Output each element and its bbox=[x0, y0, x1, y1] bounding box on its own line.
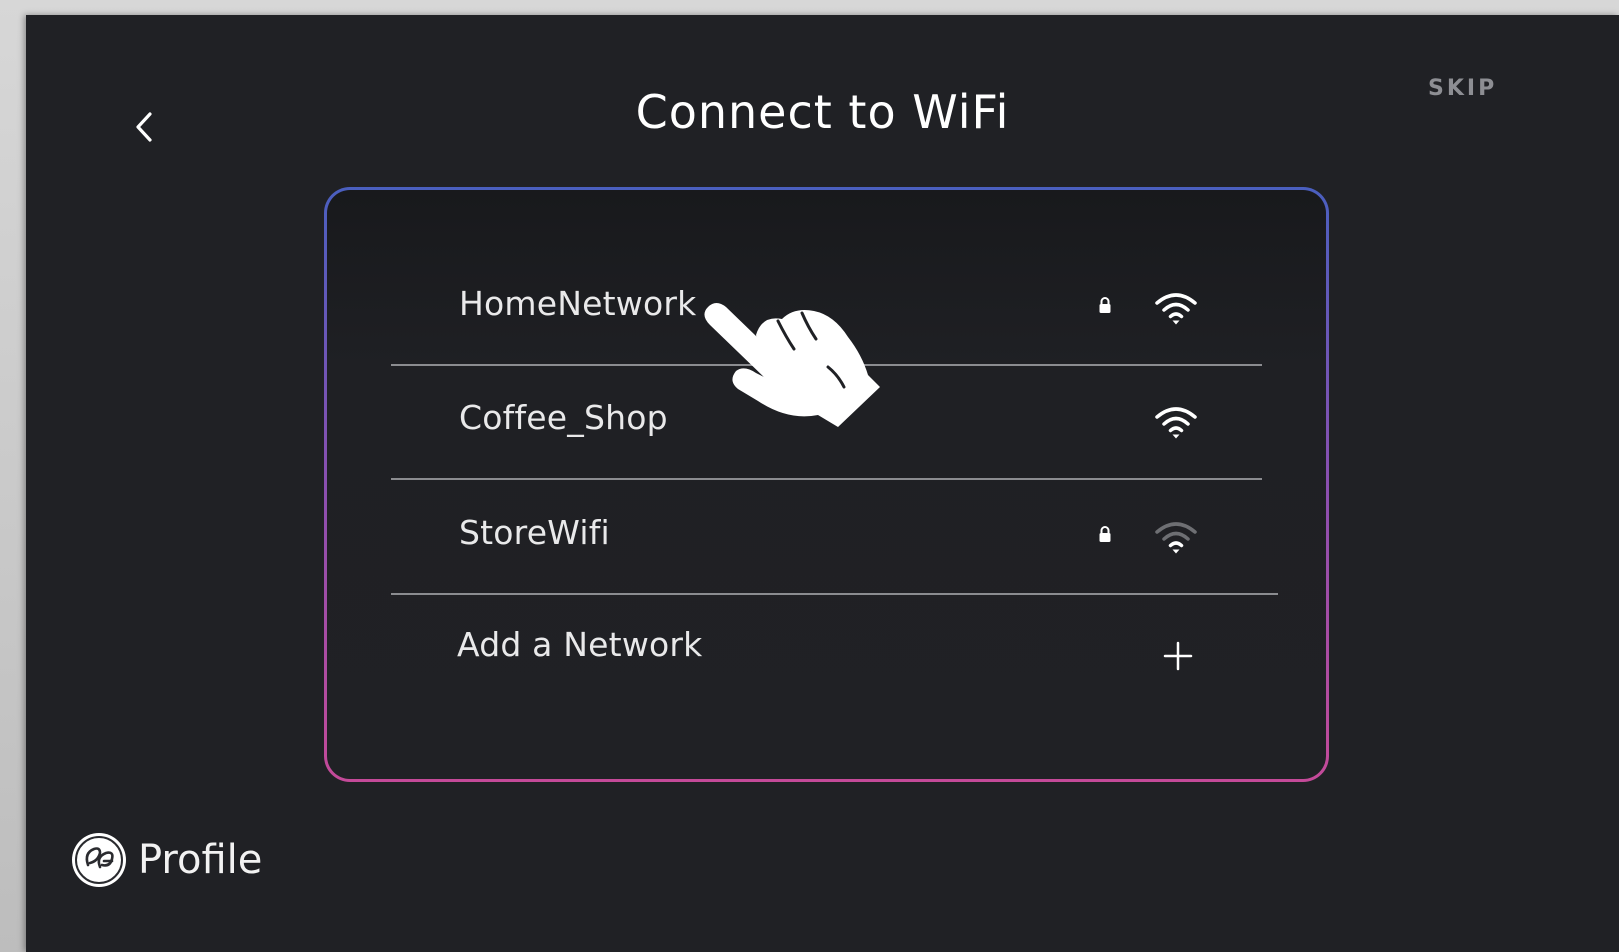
network-list-card: HomeNetwork Coffee_Shop StoreWifi Add a … bbox=[324, 187, 1329, 782]
row-divider bbox=[391, 364, 1262, 366]
row-divider bbox=[391, 478, 1262, 480]
network-name: Coffee_Shop bbox=[459, 398, 668, 437]
page-title: Connect to WiFi bbox=[635, 85, 1010, 139]
network-item-coffee-shop[interactable]: Coffee_Shop bbox=[391, 368, 1262, 480]
lock-icon bbox=[1099, 526, 1111, 542]
brand-name: Profile bbox=[138, 837, 263, 883]
brand-logo: Profile bbox=[70, 831, 262, 889]
network-name: HomeNetwork bbox=[459, 284, 697, 323]
network-item-homenetwork[interactable]: HomeNetwork bbox=[391, 254, 1262, 366]
wifi-icon bbox=[1155, 407, 1197, 439]
wifi-icon bbox=[1155, 522, 1197, 554]
ge-monogram-icon bbox=[72, 833, 126, 887]
wifi-icon bbox=[1155, 293, 1197, 325]
lock-icon bbox=[1099, 297, 1111, 313]
add-network-button[interactable]: Add a Network bbox=[391, 595, 1262, 707]
network-name: StoreWifi bbox=[459, 513, 610, 552]
add-network-label: Add a Network bbox=[457, 625, 703, 664]
network-item-storewifi[interactable]: StoreWifi bbox=[391, 483, 1278, 595]
device-frame: Connect to WiFi SKIP HomeNetwork Coffee_… bbox=[0, 0, 1619, 952]
skip-button[interactable]: SKIP bbox=[1428, 76, 1497, 101]
network-list: HomeNetwork Coffee_Shop StoreWifi Add a … bbox=[327, 190, 1326, 779]
touch-screen: Connect to WiFi SKIP HomeNetwork Coffee_… bbox=[26, 15, 1619, 952]
plus-icon bbox=[1163, 641, 1193, 671]
